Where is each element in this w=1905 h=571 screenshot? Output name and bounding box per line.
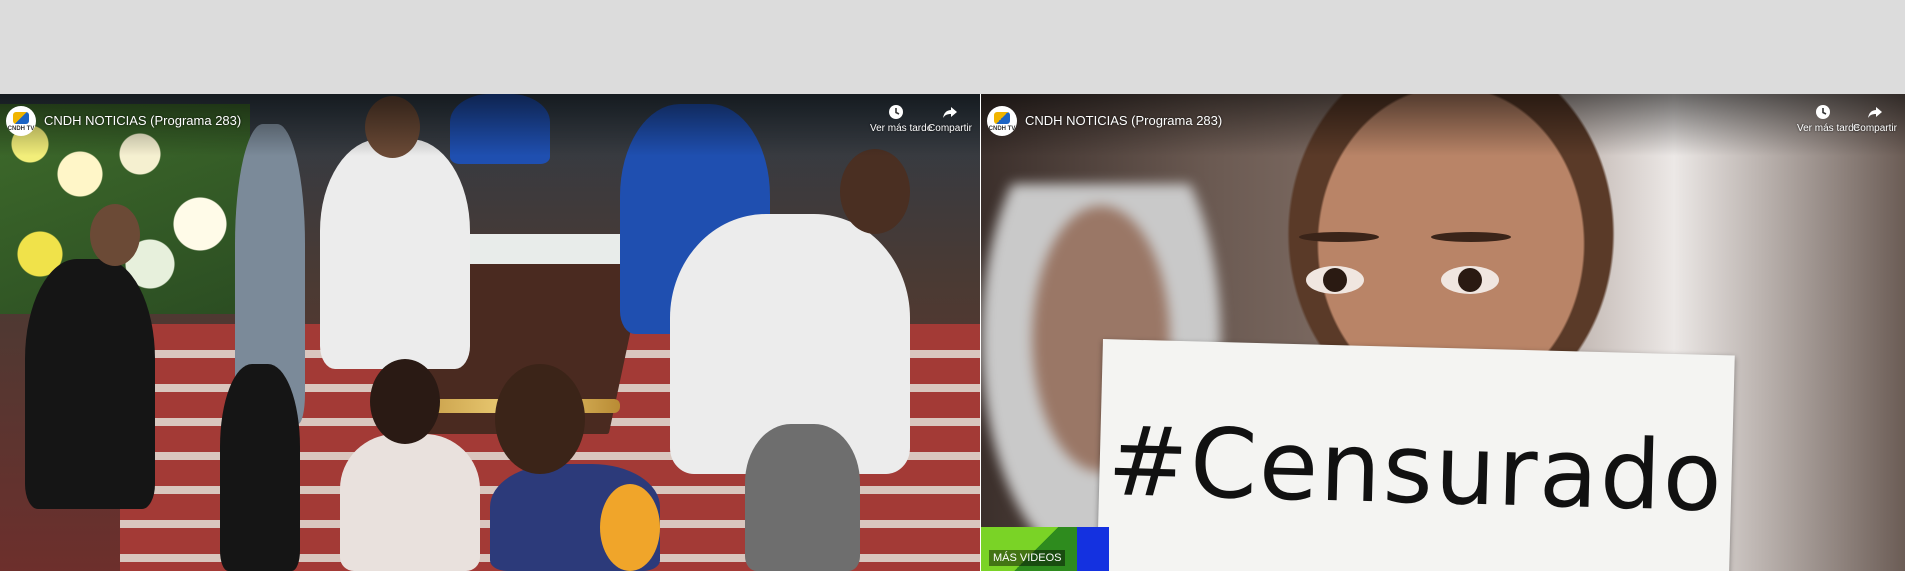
share-arrow-icon: [943, 107, 957, 118]
channel-logo[interactable]: CNDH TV: [6, 106, 36, 136]
share-button[interactable]: Compartir: [924, 104, 976, 134]
elderly-man-head: [840, 149, 910, 234]
page-header-band: [0, 0, 1905, 94]
protest-sign-text: #Censurado: [1106, 405, 1726, 534]
right-eye: [1441, 266, 1499, 294]
more-videos-button[interactable]: MÁS VIDEOS: [981, 527, 1109, 571]
channel-logo-text: CNDH TV: [988, 126, 1016, 132]
marigold-flowers: [600, 484, 660, 571]
channel-logo-text: CNDH TV: [7, 126, 35, 132]
video-player-1[interactable]: CNDH TV CNDH NOTICIAS (Programa 283) Ver…: [0, 94, 980, 571]
player-title-bar: CNDH TV CNDH NOTICIAS (Programa 283) Ver…: [981, 94, 1905, 156]
child-black-shirt: [220, 364, 300, 571]
woman-embroidered-blouse: [340, 434, 480, 571]
person-boy-black-shirt: [25, 259, 155, 509]
channel-logo-icon: [13, 112, 29, 124]
protest-sign: #Censurado: [1096, 339, 1735, 571]
video-title[interactable]: CNDH NOTICIAS (Programa 283): [1025, 113, 1222, 128]
clock-icon: [889, 105, 903, 119]
clock-icon: [1816, 105, 1830, 119]
person-head: [90, 204, 140, 266]
channel-logo-icon: [994, 112, 1010, 124]
video-title[interactable]: CNDH NOTICIAS (Programa 283): [44, 113, 241, 128]
right-eyebrow: [1431, 232, 1511, 242]
elderly-man-trousers: [745, 424, 860, 571]
video-player-2[interactable]: #Censurado CNDH TV CNDH NOTICIAS (Progra…: [981, 94, 1905, 571]
watch-later-label: Ver más tarde: [1797, 123, 1860, 134]
share-button[interactable]: Compartir: [1849, 104, 1901, 134]
share-label: Compartir: [1853, 123, 1897, 134]
share-label: Compartir: [928, 123, 972, 134]
person-white-shirt: [320, 139, 470, 369]
player-title-bar: CNDH TV CNDH NOTICIAS (Programa 283) Ver…: [0, 94, 980, 156]
left-eyebrow: [1299, 232, 1379, 242]
woman-head: [370, 359, 440, 444]
watch-later-button[interactable]: Ver más tarde: [870, 104, 933, 134]
woman-glasses-head: [495, 364, 585, 474]
channel-logo[interactable]: CNDH TV: [987, 106, 1017, 136]
watch-later-button[interactable]: Ver más tarde: [1797, 104, 1860, 134]
watch-later-label: Ver más tarde: [870, 123, 933, 134]
more-videos-label: MÁS VIDEOS: [989, 550, 1066, 566]
video-thumbnail-funeral[interactable]: [0, 94, 980, 571]
share-arrow-icon: [1868, 107, 1882, 118]
video-thumbnail-censurado[interactable]: #Censurado: [981, 94, 1905, 571]
left-eye: [1306, 266, 1364, 294]
